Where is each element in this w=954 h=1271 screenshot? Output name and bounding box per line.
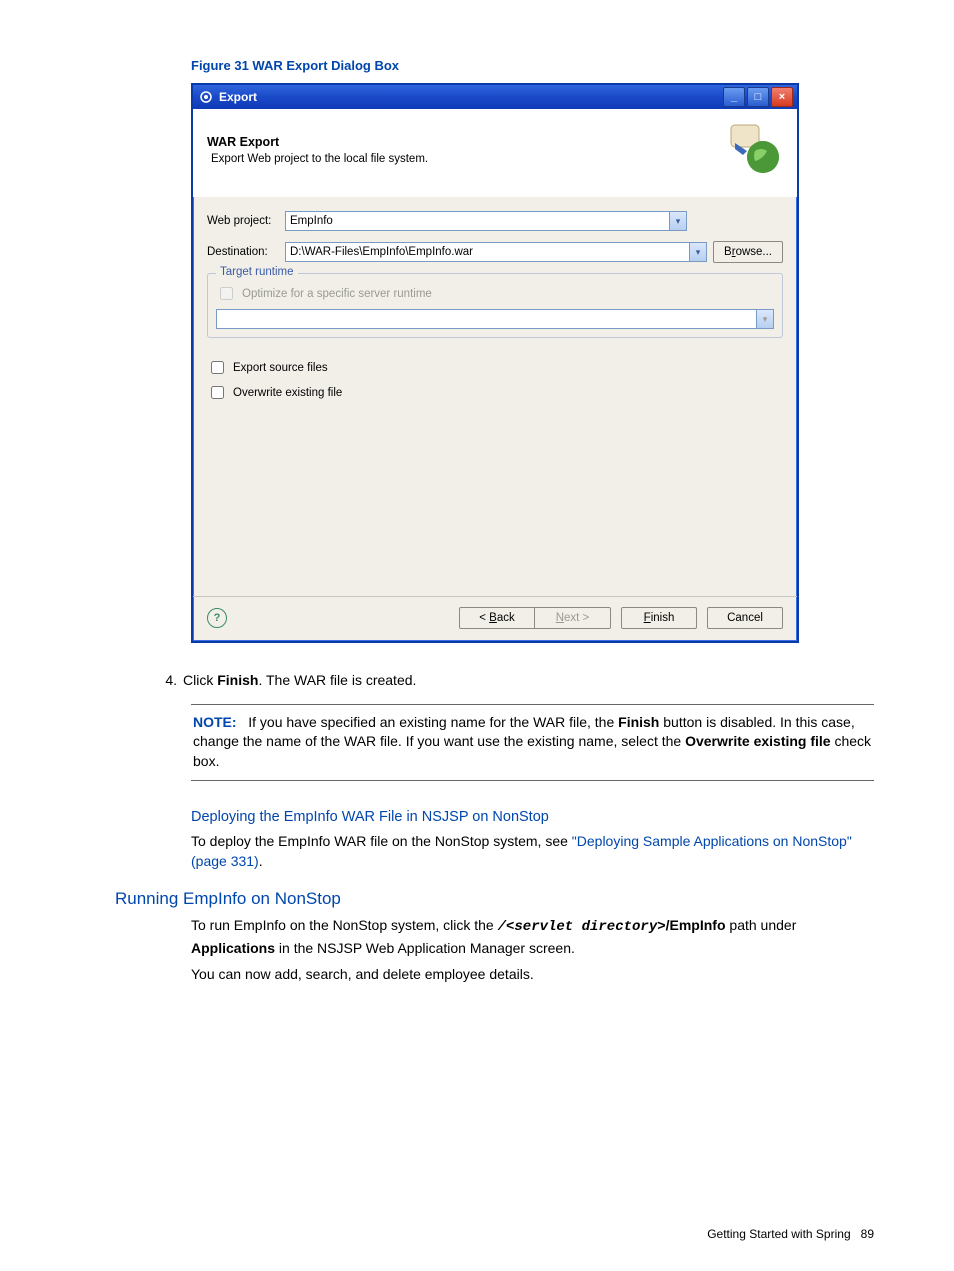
export-source-checkbox[interactable] xyxy=(211,361,224,374)
figure-caption: Figure 31 WAR Export Dialog Box xyxy=(191,58,874,73)
next-button: Next > xyxy=(535,607,611,629)
overwrite-label: Overwrite existing file xyxy=(233,387,342,399)
para-deploy: To deploy the EmpInfo WAR file on the No… xyxy=(191,831,874,872)
finish-button[interactable]: Finish xyxy=(621,607,697,629)
web-project-combo[interactable]: EmpInfo ▾ xyxy=(285,211,687,231)
help-icon[interactable]: ? xyxy=(207,608,227,628)
heading-deploy: Deploying the EmpInfo WAR File in NSJSP … xyxy=(191,809,874,825)
overwrite-checkbox[interactable] xyxy=(211,386,224,399)
chevron-down-icon: ▾ xyxy=(756,310,773,328)
wizard-subheading: Export Web project to the local file sys… xyxy=(211,153,428,165)
footer: Getting Started with Spring 89 xyxy=(707,1227,874,1241)
button-bar: ? < Back Next > Finish Cancel xyxy=(193,596,797,641)
export-dialog: Export _ □ × WAR Export Export Web proje… xyxy=(191,83,799,643)
window-title: Export xyxy=(219,90,257,104)
close-button[interactable]: × xyxy=(771,87,793,107)
step-4: 4. Click Finish. The WAR file is created… xyxy=(155,671,874,690)
destination-label: Destination: xyxy=(207,246,285,258)
wizard-banner: WAR Export Export Web project to the loc… xyxy=(193,109,797,197)
titlebar: Export _ □ × xyxy=(193,85,797,109)
step-text: Click Finish. The WAR file is created. xyxy=(183,671,416,690)
optimize-label: Optimize for a specific server runtime xyxy=(242,288,432,300)
maximize-button[interactable]: □ xyxy=(747,87,769,107)
heading-running: Running EmpInfo on NonStop xyxy=(115,889,874,909)
export-icon xyxy=(199,90,213,104)
export-source-label: Export source files xyxy=(233,362,328,374)
cancel-button[interactable]: Cancel xyxy=(707,607,783,629)
chevron-down-icon: ▾ xyxy=(669,212,686,230)
runtime-combo: ▾ xyxy=(216,309,774,329)
browse-button[interactable]: Browse... xyxy=(713,241,783,263)
target-runtime-group: Target runtime Optimize for a specific s… xyxy=(207,273,783,338)
note-label: NOTE: xyxy=(193,714,237,730)
page: Figure 31 WAR Export Dialog Box Export _… xyxy=(0,0,954,1271)
optimize-checkbox xyxy=(220,287,233,300)
wizard-heading: WAR Export xyxy=(207,135,428,149)
destination-combo[interactable]: D:\WAR-Files\EmpInfo\EmpInfo.war ▾ xyxy=(285,242,707,262)
web-project-label: Web project: xyxy=(207,215,285,227)
para-run-2: You can now add, search, and delete empl… xyxy=(191,964,874,984)
note-box: NOTE: If you have specified an existing … xyxy=(191,704,874,781)
back-button[interactable]: < Back xyxy=(459,607,535,629)
dialog-screenshot: Export _ □ × WAR Export Export Web proje… xyxy=(191,83,874,643)
destination-value: D:\WAR-Files\EmpInfo\EmpInfo.war xyxy=(290,246,473,258)
minimize-button[interactable]: _ xyxy=(723,87,745,107)
step-number: 4. xyxy=(155,671,177,690)
web-project-value: EmpInfo xyxy=(290,215,333,227)
export-wizard-icon xyxy=(725,121,783,179)
chevron-down-icon: ▾ xyxy=(689,243,706,261)
group-legend: Target runtime xyxy=(216,266,298,278)
para-run-1: To run EmpInfo on the NonStop system, cl… xyxy=(191,915,874,958)
form-area: Web project: EmpInfo ▾ Destination: D:\W… xyxy=(193,197,797,596)
